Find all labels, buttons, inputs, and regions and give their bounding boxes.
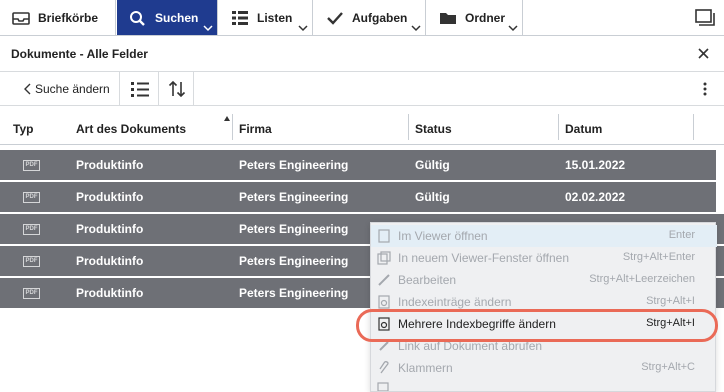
cell-art: Produktinfo	[76, 254, 144, 268]
cell-datum: 15.01.2022	[565, 158, 626, 172]
column-divider[interactable]	[558, 114, 559, 140]
column-divider[interactable]	[408, 114, 409, 140]
viewer-icon	[378, 229, 390, 243]
cell-firma: Peters Engineering	[239, 190, 349, 204]
menu-item-shortcut: Strg+Alt+C	[641, 361, 695, 373]
nav-listen[interactable]: Listen	[219, 0, 313, 35]
pdf-icon: PDF	[23, 256, 40, 267]
table-row[interactable]: PDF Produktinfo Peters Engineering Gülti…	[0, 150, 716, 181]
cell-status: Gültig	[415, 190, 450, 204]
nav-briefkoerbe-label: Briefkörbe	[38, 10, 99, 25]
pdf-icon: PDF	[23, 192, 40, 203]
menu-item-label: Im Viewer öffnen	[398, 229, 488, 243]
search-icon	[130, 10, 145, 26]
cell-firma: Peters Engineering	[239, 254, 349, 268]
panel-header: Dokumente - Alle Felder	[0, 36, 724, 72]
chevron-down-icon[interactable]	[298, 24, 308, 32]
close-icon[interactable]	[696, 44, 712, 62]
menu-item-label: Bearbeiten	[398, 273, 457, 287]
cell-status: Gültig	[415, 158, 450, 172]
toolbar: Suche ändern	[0, 72, 724, 106]
cell-art: Produktinfo	[76, 222, 144, 236]
top-navigation: Briefkörbe Suchen Listen Aufgaben Ordner	[0, 0, 724, 36]
cell-firma: Peters Engineering	[239, 222, 349, 236]
table-header: Typ Art des Dokuments Firma Status Datum	[0, 111, 724, 145]
cell-firma: Peters Engineering	[239, 158, 349, 172]
list-icon	[232, 10, 248, 25]
new-window-icon	[377, 251, 391, 265]
list-icon	[130, 81, 149, 97]
index-edit-icon	[378, 295, 390, 309]
pdf-icon: PDF	[23, 288, 40, 299]
column-header-firma[interactable]: Firma	[239, 122, 272, 136]
nav-aufgaben-label: Aufgaben	[352, 10, 408, 25]
back-button-label: Suche ändern	[35, 81, 110, 96]
menu-item-clip[interactable]: Klammern Strg+Alt+C	[371, 357, 717, 379]
inbox-icon	[12, 11, 30, 25]
column-divider[interactable]	[693, 114, 694, 140]
nav-suchen[interactable]: Suchen	[117, 0, 218, 35]
column-header-typ[interactable]: Typ	[13, 122, 33, 136]
chevron-down-icon[interactable]	[508, 24, 518, 32]
check-icon	[327, 11, 343, 25]
menu-item-label: Indexeinträge ändern	[398, 295, 512, 309]
menu-item-shortcut: Strg+Alt+Enter	[622, 251, 695, 263]
pdf-icon: PDF	[23, 160, 40, 171]
highlight-ring	[356, 309, 718, 342]
nav-suchen-label: Suchen	[155, 10, 199, 25]
cell-art: Produktinfo	[76, 190, 144, 204]
back-button[interactable]: Suche ändern	[0, 72, 120, 105]
column-divider[interactable]	[232, 114, 233, 140]
menu-item-shortcut: Strg+Alt+Leerzeichen	[589, 273, 695, 285]
chevron-left-icon	[24, 83, 31, 94]
sort-button[interactable]	[160, 72, 194, 105]
table-row[interactable]: PDF Produktinfo Peters Engineering Gülti…	[0, 182, 716, 213]
nav-aufgaben[interactable]: Aufgaben	[314, 0, 426, 35]
column-header-datum[interactable]: Datum	[565, 122, 602, 136]
menu-item-open-viewer[interactable]: Im Viewer öffnen Enter	[371, 225, 717, 247]
column-header-status[interactable]: Status	[415, 122, 452, 136]
sort-asc-icon	[224, 116, 230, 121]
column-header-art[interactable]: Art des Dokuments	[76, 122, 186, 136]
menu-item-edit[interactable]: Bearbeiten Strg+Alt+Leerzeichen	[371, 269, 717, 291]
menu-item-icon	[377, 382, 389, 391]
more-options-icon[interactable]	[702, 81, 708, 97]
chevron-down-icon[interactable]	[203, 24, 213, 32]
sort-icon	[168, 80, 185, 97]
paperclip-icon	[379, 361, 389, 374]
nav-briefkoerbe[interactable]: Briefkörbe	[0, 0, 116, 35]
pdf-icon: PDF	[23, 224, 40, 235]
menu-item-label: In neuem Viewer-Fenster öffnen	[398, 251, 569, 265]
cell-firma: Peters Engineering	[239, 286, 349, 300]
folder-icon	[440, 12, 456, 24]
menu-item-open-new-window[interactable]: In neuem Viewer-Fenster öffnen Strg+Alt+…	[371, 247, 717, 269]
column-list-button[interactable]	[121, 72, 159, 105]
window-icon[interactable]	[695, 9, 715, 27]
menu-item-label: Klammern	[398, 361, 453, 375]
cell-art: Produktinfo	[76, 286, 144, 300]
chevron-down-icon[interactable]	[411, 24, 421, 32]
cell-art: Produktinfo	[76, 158, 144, 172]
cell-datum: 02.02.2022	[565, 190, 626, 204]
nav-ordner[interactable]: Ordner	[427, 0, 523, 35]
menu-item-shortcut: Enter	[668, 229, 695, 241]
pencil-icon	[378, 274, 390, 286]
nav-ordner-label: Ordner	[465, 10, 506, 25]
context-menu: Im Viewer öffnen Enter In neuem Viewer-F…	[370, 222, 717, 392]
nav-listen-label: Listen	[257, 10, 293, 25]
page-title: Dokumente - Alle Felder	[11, 47, 148, 61]
menu-item-shortcut: Strg+Alt+I	[646, 295, 695, 307]
